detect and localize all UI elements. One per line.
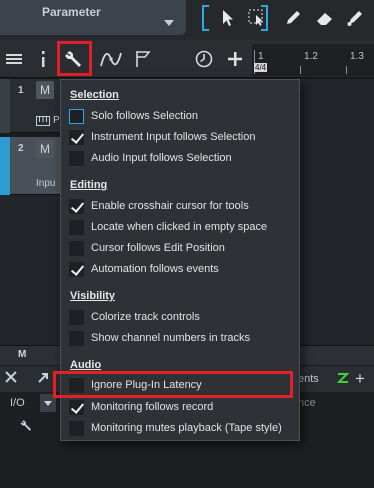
panel-tab-label: ents — [298, 373, 319, 385]
expand-icon[interactable] — [37, 372, 49, 387]
ruler-mark-3: 1.3 — [350, 51, 364, 62]
menu-item-monitoring-follows-record[interactable]: Monitoring follows record — [69, 397, 294, 417]
menu-item-solo-follows-selection[interactable]: Solo follows Selection — [69, 106, 294, 126]
section-visibility: Visibility — [70, 290, 116, 302]
marker-flag-icon[interactable] — [132, 48, 154, 70]
menu-item-automation-follows-events[interactable]: Automation follows events — [69, 259, 294, 279]
checkbox[interactable] — [69, 108, 84, 124]
parameter-selector[interactable]: Parameter — [0, 0, 186, 35]
checkbox[interactable] — [69, 399, 84, 415]
checkbox[interactable] — [69, 309, 84, 325]
menu-item-label: Automation follows events — [91, 263, 219, 275]
track-color-strip — [0, 79, 10, 133]
checkbox[interactable] — [69, 240, 84, 256]
menu-item-monitoring-mutes-playback[interactable]: Monitoring mutes playback (Tape style) — [69, 418, 294, 438]
menu-item-label: Cursor follows Edit Position — [91, 242, 225, 254]
menu-item-label: Show channel numbers in tracks — [91, 332, 250, 344]
checkbox[interactable] — [69, 330, 84, 346]
checkbox[interactable] — [69, 150, 84, 166]
zoom-icon[interactable] — [336, 371, 350, 387]
chevron-down-icon — [164, 20, 174, 26]
info-icon[interactable] — [32, 48, 54, 70]
console-mute-label: M — [18, 349, 27, 360]
menu-item-instrument-input-follows-selection[interactable]: Instrument Input follows Selection — [69, 127, 294, 147]
arrow-tool-icon[interactable] — [215, 5, 241, 31]
ruler-tick — [300, 66, 301, 74]
checkbox[interactable] — [69, 198, 84, 214]
menu-item-label: Locate when clicked in empty space — [91, 221, 268, 233]
wrench-highlight-box — [57, 41, 92, 76]
menu-item-label: Monitoring follows record — [91, 401, 214, 413]
section-selection: Selection — [70, 89, 119, 101]
checkbox[interactable] — [69, 219, 84, 235]
menu-item-colorize-track-controls[interactable]: Colorize track controls — [69, 307, 294, 327]
clock-icon[interactable] — [193, 48, 215, 70]
section-editing: Editing — [70, 179, 108, 191]
arrange-view[interactable] — [300, 79, 374, 345]
top-toolbar: Parameter — [0, 0, 374, 40]
menu-item-label: Colorize track controls — [91, 311, 200, 323]
keyboard-icon — [36, 116, 50, 129]
io-label: I/O — [10, 397, 25, 409]
menu-item-label: Solo follows Selection — [91, 110, 199, 122]
menu-item-label: Audio Input follows Selection — [91, 152, 232, 164]
menu-item-enable-crosshair-cursor[interactable]: Enable crosshair cursor for tools — [69, 196, 294, 216]
checkbox[interactable] — [69, 129, 84, 145]
track-input-label: Inpu — [36, 178, 56, 189]
wrench-icon[interactable] — [20, 419, 33, 435]
ruler-mark-1: 1 — [258, 51, 264, 62]
timeline-ruler[interactable]: 1 1.2 1.3 4/4 — [252, 44, 374, 76]
track-number: 1 — [18, 85, 24, 96]
list-icon[interactable] — [3, 48, 25, 70]
checkbox[interactable] — [69, 261, 84, 277]
menu-item-label: Monitoring mutes playback (Tape style) — [91, 422, 282, 434]
track-number: 2 — [18, 143, 24, 154]
panel-column-label: nce — [298, 397, 316, 409]
automation-curve-icon[interactable] — [100, 48, 122, 70]
paint-tool-icon[interactable] — [342, 5, 368, 31]
menu-item-label: Instrument Input follows Selection — [91, 131, 256, 143]
parameter-label: Parameter — [42, 5, 101, 19]
menu-item-locate-when-clicked[interactable]: Locate when clicked in empty space — [69, 217, 294, 237]
menu-item-label: Enable crosshair cursor for tools — [91, 200, 249, 212]
eraser-tool-icon[interactable] — [312, 5, 338, 31]
menu-item-show-channel-numbers[interactable]: Show channel numbers in tracks — [69, 328, 294, 348]
checkbox[interactable] — [69, 420, 84, 436]
tool-group-bracket-left — [202, 5, 209, 31]
ruler-mark-2: 1.2 — [304, 51, 318, 62]
add-button[interactable]: + — [355, 369, 365, 389]
section-audio: Audio — [70, 359, 102, 371]
ruler-tick — [346, 66, 347, 74]
mute-button[interactable]: M — [36, 140, 54, 158]
track-color-strip — [0, 137, 10, 195]
tool-group-bracket-right — [261, 5, 268, 31]
close-icon[interactable] — [5, 370, 17, 388]
mute-button[interactable]: M — [36, 81, 54, 99]
pencil-tool-icon[interactable] — [280, 5, 306, 31]
add-track-icon[interactable] — [224, 48, 246, 70]
track-instrument-label: P — [53, 115, 60, 126]
latency-highlight-box — [53, 371, 293, 398]
menu-item-audio-input-follows-selection[interactable]: Audio Input follows Selection — [69, 148, 294, 168]
track-list-empty — [0, 195, 62, 345]
time-signature: 4/4 — [254, 63, 268, 72]
menu-item-cursor-follows-edit-position[interactable]: Cursor follows Edit Position — [69, 238, 294, 258]
